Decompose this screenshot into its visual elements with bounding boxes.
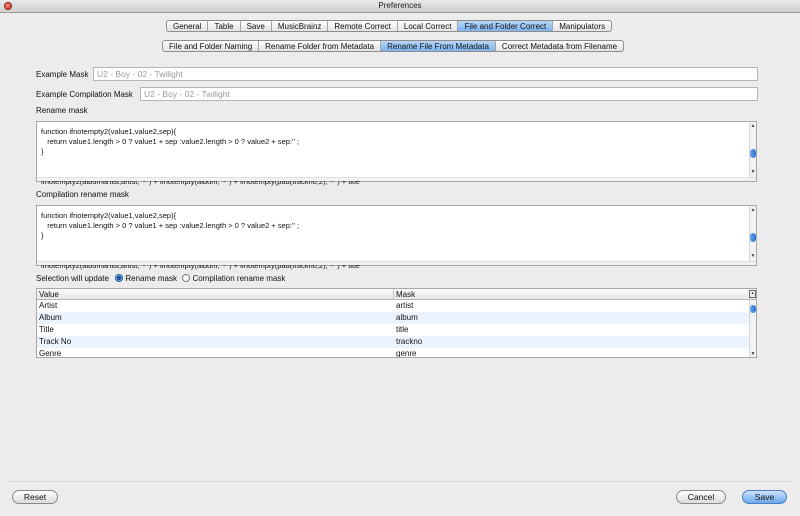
scroll-down-arrow-icon[interactable]: ▼ [750, 170, 756, 175]
top-tab-bar: General Table Save MusicBrainz Remote Correc… [166, 20, 613, 32]
rename-mask-hscrollbar[interactable] [37, 177, 756, 181]
example-mask-label: Example Mask [36, 70, 89, 79]
compilation-mask-scrollbar[interactable]: ▲ ▼ [749, 206, 756, 265]
table-row[interactable]: Album album [37, 312, 750, 324]
scroll-up-arrow-icon[interactable]: ▲ [750, 208, 756, 213]
rename-mask-scrollbar[interactable]: ▲ ▼ [749, 122, 756, 181]
table-row[interactable]: Artist artist [37, 300, 750, 312]
tab-manipulators[interactable]: Manipulators [553, 21, 611, 31]
tab-remote-correct[interactable]: Remote Correct [328, 21, 398, 31]
rename-mask-label: Rename mask [36, 106, 88, 115]
value-cell: Artist [39, 301, 58, 310]
scroll-up-arrow-icon[interactable]: ▲ [750, 124, 756, 129]
mask-values-table: Value Mask ▪ Artist artist Album album Title… [36, 288, 757, 358]
subtab-rename-folder-from-metadata[interactable]: Rename Folder from Metadata [259, 41, 382, 51]
bottom-divider [8, 481, 792, 482]
compilation-mask-radio[interactable] [182, 274, 191, 282]
scroll-down-arrow-icon[interactable]: ▼ [750, 352, 756, 357]
compilation-mask-hscrollbar[interactable] [37, 261, 756, 265]
tab-save[interactable]: Save [241, 21, 272, 31]
save-button[interactable]: Save [742, 490, 787, 504]
example-mask-field[interactable]: U2 - Boy - 02 - Twilight [93, 67, 758, 81]
subtab-correct-metadata-from-filename[interactable]: Correct Metadata from Filename [496, 41, 623, 51]
value-cell: Album [39, 313, 62, 322]
table-header: Value Mask ▪ [37, 289, 756, 300]
compilation-mask-radio-label[interactable]: Compilation rename mask [192, 274, 285, 283]
reset-button[interactable]: Reset [12, 490, 58, 504]
mask-cell: album [396, 313, 418, 322]
subtab-rename-file-from-metadata[interactable]: Rename File From Metadata [381, 41, 496, 51]
table-row[interactable]: Track No trackno [37, 336, 750, 348]
scroll-thumb[interactable] [750, 305, 756, 313]
table-row[interactable]: Title title [37, 324, 750, 336]
selection-label: Selection will update [36, 274, 109, 283]
rename-mask-radio[interactable] [115, 274, 124, 282]
column-options-icon[interactable]: ▪ [749, 290, 756, 298]
example-compilation-field[interactable]: U2 - Boy - 02 - Twilight [140, 87, 758, 101]
selection-group: Selection will update Rename mask Compil… [36, 274, 285, 283]
tab-table[interactable]: Table [208, 21, 241, 31]
value-cell: Genre [39, 349, 62, 358]
scroll-thumb[interactable] [750, 149, 756, 158]
value-cell: Track No [39, 337, 72, 346]
mask-cell: trackno [396, 337, 423, 346]
cancel-button[interactable]: Cancel [676, 490, 726, 504]
mask-cell: artist [396, 301, 414, 310]
rename-mask-editor[interactable]: function ifnotempty2(value1,value2,sep){… [36, 121, 757, 186]
tab-musicbrainz[interactable]: MusicBrainz [272, 21, 329, 31]
table-scrollbar[interactable]: ▼ [749, 300, 756, 357]
mask-column-header[interactable]: Mask [394, 289, 750, 300]
compilation-mask-label: Compilation rename mask [36, 190, 129, 199]
value-cell: Title [39, 325, 54, 334]
tab-general[interactable]: General [167, 21, 209, 31]
subtab-file-and-folder-naming[interactable]: File and Folder Naming [163, 41, 260, 51]
compilation-mask-editor[interactable]: function ifnotempty2(value1,value2,sep){… [36, 205, 757, 270]
table-row[interactable]: Genre genre [37, 348, 750, 358]
mask-cell: title [396, 325, 409, 334]
mask-cell: genre [396, 349, 417, 358]
title-bar: Preferences [0, 0, 800, 13]
sub-tab-bar: File and Folder Naming Rename Folder from… [162, 40, 625, 52]
rename-mask-radio-label[interactable]: Rename mask [125, 274, 177, 283]
scroll-thumb[interactable] [750, 233, 756, 242]
tab-file-and-folder-correct[interactable]: File and Folder Correct [458, 21, 554, 31]
value-column-header[interactable]: Value [37, 289, 394, 300]
scroll-down-arrow-icon[interactable]: ▼ [750, 254, 756, 259]
tab-local-correct[interactable]: Local Correct [398, 21, 459, 31]
window-title: Preferences [378, 1, 422, 10]
example-compilation-label: Example Compilation Mask [36, 90, 133, 99]
